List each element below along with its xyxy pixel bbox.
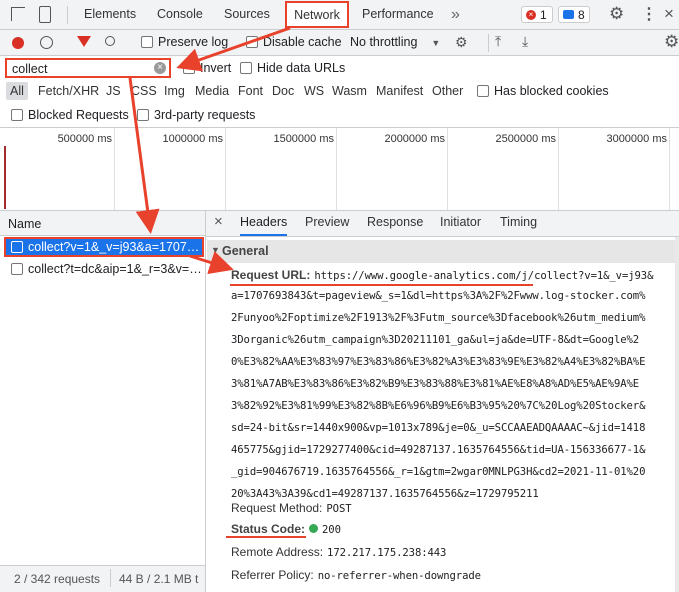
tab-network[interactable]: Network xyxy=(285,1,349,28)
filter-input[interactable]: collect × xyxy=(5,58,171,78)
type-ws[interactable]: WS xyxy=(304,84,324,98)
filter-row: collect × Invert Hide data URLs xyxy=(0,56,679,81)
device-toolbar-icon[interactable] xyxy=(39,6,51,23)
scrollbar[interactable] xyxy=(675,237,679,592)
request-icon xyxy=(11,263,23,275)
referrer-policy-row: Referrer Policy: no-referrer-when-downgra… xyxy=(231,568,481,582)
filter-input-value: collect xyxy=(12,62,48,76)
request-url-line: a=1707693843&t=pageview&_s=1&dl=https%3A… xyxy=(231,290,646,302)
message-count: 8 xyxy=(578,8,585,22)
request-method-row: Request Method: POST xyxy=(231,501,352,515)
request-row[interactable]: collect?t=dc&aip=1&_r=3&v=… xyxy=(4,259,204,279)
divider xyxy=(488,34,489,52)
divider xyxy=(67,6,68,24)
filter-funnel-icon[interactable] xyxy=(77,36,91,47)
import-har-upload-icon[interactable]: ⤒ xyxy=(495,33,501,50)
tab-initiator[interactable]: Initiator xyxy=(440,215,481,229)
status-ok-icon xyxy=(309,524,319,533)
request-icon xyxy=(11,241,23,253)
clear-icon[interactable] xyxy=(40,36,53,49)
status-code-row: Status Code: 200 xyxy=(231,522,341,536)
request-url-line: 0%E3%82%AA%E3%83%97%E3%83%86%E3%82%A3%E3… xyxy=(231,356,646,368)
timeline-tick: 3000000 ms xyxy=(606,133,667,145)
network-conditions-wifi-icon[interactable]: ⚙ xyxy=(455,34,468,51)
messages-badge[interactable]: 8 xyxy=(558,6,590,23)
error-icon: × xyxy=(526,10,536,20)
request-url-line: 3Dorganic%26utm_campaign%3D20211101_ga&u… xyxy=(231,334,640,346)
tab-performance[interactable]: Performance xyxy=(362,0,434,29)
has-blocked-cookies-checkbox[interactable]: Has blocked cookies xyxy=(477,84,609,98)
request-url-line: 465775&gjid=1729277400&cid=49287137.1635… xyxy=(231,444,646,456)
throttling-select[interactable]: No throttling ▼ xyxy=(350,35,440,49)
transfer-size: 44 B / 2.1 MB t xyxy=(119,572,199,586)
error-count: 1 xyxy=(540,8,547,22)
general-section-header[interactable]: ▼ General xyxy=(207,240,675,263)
hide-data-urls-checkbox[interactable]: Hide data URLs xyxy=(240,61,345,75)
type-font[interactable]: Font xyxy=(238,84,263,98)
request-url-line: sd=24-bit&sr=1440x900&vp=1013x789&je=0&_… xyxy=(231,422,646,434)
inspect-element-icon[interactable] xyxy=(11,7,25,21)
errors-badge[interactable]: × 1 xyxy=(521,6,553,23)
name-header-label: Name xyxy=(8,217,42,231)
record-icon[interactable] xyxy=(12,37,24,49)
network-toolbar: Preserve log Disable cache No throttling… xyxy=(0,30,679,56)
request-url-value: https://www.google-analytics.com/j/colle… xyxy=(314,270,654,282)
type-js[interactable]: JS xyxy=(106,84,121,98)
search-icon[interactable] xyxy=(105,36,115,46)
network-settings-gear-icon[interactable]: ⚙ xyxy=(664,32,679,52)
more-options-icon[interactable]: ⋮ xyxy=(641,4,657,24)
collapse-triangle-icon: ▼ xyxy=(211,245,220,255)
export-har-download-icon[interactable]: ⤓ xyxy=(522,33,528,50)
type-fetch-xhr[interactable]: Fetch/XHR xyxy=(38,84,99,98)
request-url-line: _gid=904676719.1635764556&_r=1&gtm=2wgar… xyxy=(231,466,646,478)
clear-filter-icon[interactable]: × xyxy=(154,62,166,74)
request-url-line: 3%82%92%E3%81%99%E3%82%8B%E6%96%B9%E6%B3… xyxy=(231,400,646,412)
request-url-row: Request URL: https://www.google-analytics… xyxy=(231,268,654,282)
tab-sources[interactable]: Sources xyxy=(224,0,270,29)
timeline-tick: 2000000 ms xyxy=(384,133,445,145)
remote-address-row: Remote Address: 172.217.175.238:443 xyxy=(231,545,447,559)
type-doc[interactable]: Doc xyxy=(272,84,294,98)
blocked-requests-checkbox[interactable]: Blocked Requests xyxy=(11,108,129,122)
close-devtools-icon[interactable]: × xyxy=(664,4,674,24)
timeline-selection-handle[interactable] xyxy=(4,146,6,209)
status-bar: 2 / 342 requests 44 B / 2.1 MB t xyxy=(0,565,205,592)
request-list: Name collect?v=1&_v=j93&a=1707… collect?… xyxy=(0,211,206,592)
request-count: 2 / 342 requests xyxy=(14,572,101,586)
name-column-header[interactable]: Name xyxy=(0,211,205,236)
request-url-line: 3%81%A7AB%E3%83%86%E3%82%B9%E3%83%88%E3%… xyxy=(231,378,640,390)
type-media[interactable]: Media xyxy=(195,84,229,98)
tab-timing[interactable]: Timing xyxy=(500,215,537,229)
timeline-tick: 1000000 ms xyxy=(162,133,223,145)
more-tabs-button[interactable]: » xyxy=(451,0,460,29)
message-icon xyxy=(563,10,574,19)
invert-checkbox[interactable]: Invert xyxy=(183,61,231,75)
request-url-line: 2Funyoo%2Foptimize%2F1913%2F%3Futm_sourc… xyxy=(231,312,646,324)
third-party-requests-checkbox[interactable]: 3rd-party requests xyxy=(137,108,255,122)
type-all[interactable]: All xyxy=(6,82,28,100)
type-css[interactable]: CSS xyxy=(131,84,157,98)
timeline-tick: 1500000 ms xyxy=(273,133,334,145)
type-img[interactable]: Img xyxy=(164,84,185,98)
timeline-tick: 2500000 ms xyxy=(495,133,556,145)
type-other[interactable]: Other xyxy=(432,84,463,98)
general-title: General xyxy=(222,244,269,258)
settings-gear-icon[interactable]: ⚙ xyxy=(609,4,624,24)
tab-elements[interactable]: Elements xyxy=(84,0,136,29)
devtools-tab-bar: Elements Console Sources Network Perform… xyxy=(0,0,679,30)
request-row-selected[interactable]: collect?v=1&_v=j93&a=1707… xyxy=(4,237,204,257)
close-detail-icon[interactable]: × xyxy=(214,213,223,230)
type-wasm[interactable]: Wasm xyxy=(332,84,367,98)
timeline-tick: 500000 ms xyxy=(57,133,112,145)
preserve-log-checkbox[interactable]: Preserve log xyxy=(141,35,228,49)
tab-preview[interactable]: Preview xyxy=(305,215,349,229)
tab-headers[interactable]: Headers xyxy=(240,215,288,236)
type-manifest[interactable]: Manifest xyxy=(376,84,423,98)
disable-cache-checkbox[interactable]: Disable cache xyxy=(246,35,342,49)
chevron-down-icon: ▼ xyxy=(431,38,441,48)
tab-response[interactable]: Response xyxy=(367,215,423,229)
tab-console[interactable]: Console xyxy=(157,0,203,29)
request-url-line: 20%3A43%3A39&cd1=49287137.1635764556&z=1… xyxy=(231,488,539,500)
